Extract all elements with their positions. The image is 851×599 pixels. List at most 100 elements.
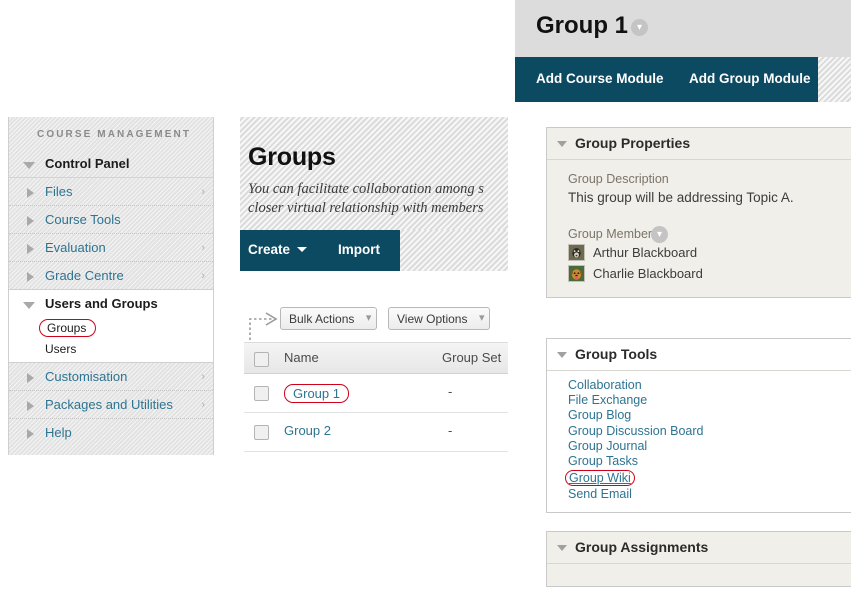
sidebar-item-evaluation[interactable]: Evaluation › (9, 234, 213, 262)
group-assignments-body (547, 564, 851, 586)
group-assignments-header[interactable]: Group Assignments (547, 532, 851, 564)
groups-page-header: Groups You can facilitate collaboration … (240, 117, 508, 230)
table-row: Group 2 - (244, 413, 508, 452)
chevron-down-icon (23, 162, 35, 169)
import-button[interactable]: Import (338, 242, 380, 257)
group-tools-header[interactable]: Group Tools (547, 339, 851, 371)
group-members-chevron-down-icon[interactable]: ▾ (651, 226, 668, 243)
sidebar-item-label: Help (45, 425, 72, 440)
groups-content-panel: Groups You can facilitate collaboration … (240, 117, 508, 482)
chevron-right-icon (27, 429, 34, 439)
tool-link-collaboration[interactable]: Collaboration (547, 378, 851, 393)
table-row: Group 1 - (244, 374, 508, 413)
disclosure-chevron-icon: › (201, 186, 205, 198)
course-management-sidebar: COURSE MANAGEMENT Control Panel Files › … (8, 117, 214, 455)
sidebar-item-control-panel[interactable]: Control Panel (9, 150, 213, 178)
group-tools-panel: Group Tools Collaboration File Exchange … (546, 338, 851, 514)
sidebar-item-files[interactable]: Files › (9, 178, 213, 206)
chevron-right-icon (27, 216, 34, 226)
module-action-bar: Add Course Module Add Group Module (515, 57, 851, 102)
chevron-down-icon (23, 302, 35, 309)
chevron-down-icon: ▾ (365, 312, 372, 324)
sidebar-item-label: Customisation (45, 369, 128, 384)
tool-link-group-wiki[interactable]: Group Wiki (565, 470, 635, 487)
group-title-chevron-down-icon[interactable]: ▾ (631, 19, 648, 36)
groups-table: Name Group Set Group 1 - Group 2 - (244, 342, 508, 452)
screenshot-root: COURSE MANAGEMENT Control Panel Files › … (0, 0, 851, 599)
sidebar-item-course-tools[interactable]: Course Tools (9, 206, 213, 234)
member-name: Charlie Blackboard (593, 266, 703, 281)
column-header-name[interactable]: Name (284, 350, 319, 365)
group-name-link[interactable]: Group 2 (284, 423, 331, 438)
group-tools-body: Collaboration File Exchange Group Blog G… (547, 371, 851, 513)
sidebar-item-packages-and-utilities[interactable]: Packages and Utilities › (9, 391, 213, 419)
sidebar-item-help[interactable]: Help (9, 419, 213, 447)
add-course-module-button[interactable]: Add Course Module (536, 71, 664, 86)
list-item[interactable]: Arthur Blackboard (547, 243, 851, 264)
sidebar-item-label: Groups (39, 319, 97, 337)
tool-link-send-email[interactable]: Send Email (547, 487, 851, 502)
group-assignments-title: Group Assignments (575, 539, 709, 555)
tool-link-group-discussion-board[interactable]: Group Discussion Board (547, 424, 851, 439)
avatar (568, 244, 585, 261)
tool-link-group-tasks[interactable]: Group Tasks (547, 454, 851, 469)
group-members-text: Group Members (568, 227, 659, 241)
bulk-actions-button[interactable]: Bulk Actions ▾ (280, 307, 378, 330)
chevron-right-icon (27, 188, 34, 198)
add-group-module-button[interactable]: Add Group Module (689, 71, 810, 86)
sidebar-item-label: Grade Centre (45, 268, 124, 283)
view-options-button[interactable]: View Options ▾ (388, 307, 491, 330)
chevron-right-icon (27, 401, 34, 411)
caret-down-icon (297, 247, 308, 252)
disclosure-chevron-icon: › (201, 399, 205, 411)
groups-action-bar: Create Import (240, 230, 508, 271)
table-header-row: Name Group Set (244, 342, 508, 374)
group-description-value: This group will be addressing Topic A. (568, 190, 794, 205)
tool-link-file-exchange[interactable]: File Exchange (547, 393, 851, 408)
disclosure-chevron-icon: › (201, 270, 205, 282)
group-title-bar: Group 1 ▾ (515, 0, 851, 57)
row-checkbox[interactable] (254, 425, 269, 440)
group-name-label: Group 1 (284, 384, 349, 403)
group-set-value: - (448, 423, 453, 438)
chevron-down-icon: ▾ (478, 312, 485, 324)
select-all-checkbox[interactable] (254, 352, 269, 367)
sidebar-group-users-and-groups: Users and Groups Groups Users (9, 290, 213, 362)
disclosure-chevron-icon: › (201, 371, 205, 383)
group-members-label: Group Members ▾ (547, 225, 851, 243)
row-checkbox[interactable] (254, 386, 269, 401)
chevron-right-icon (27, 244, 34, 254)
chevron-right-icon (27, 272, 34, 282)
list-item[interactable]: Charlie Blackboard (547, 264, 851, 285)
sidebar-item-grade-centre[interactable]: Grade Centre › (9, 262, 213, 290)
sidebar-primary-list: Files › Course Tools Evaluation › Grade … (9, 178, 213, 447)
bulk-actions-label: Bulk Actions (289, 312, 355, 326)
sidebar-item-customisation[interactable]: Customisation › (9, 363, 213, 391)
chevron-down-icon (557, 352, 567, 358)
group-name-link[interactable]: Group 1 (284, 384, 349, 403)
create-button[interactable]: Create (248, 242, 308, 257)
sidebar-item-groups[interactable]: Groups (9, 318, 213, 339)
chevron-down-icon (557, 545, 567, 551)
groups-toolbar: Bulk Actions ▾ View Options ▾ (240, 307, 508, 365)
sidebar-item-label: Control Panel (45, 156, 130, 171)
tool-link-group-journal[interactable]: Group Journal (547, 439, 851, 454)
tool-link-group-blog[interactable]: Group Blog (547, 408, 851, 423)
group-properties-body: Group Description This group will be add… (547, 160, 851, 297)
sidebar-secondary-list: Customisation › Packages and Utilities ›… (9, 362, 213, 447)
sidebar-item-label: Evaluation (45, 240, 106, 255)
disclosure-chevron-icon: › (201, 242, 205, 254)
page-description: You can facilitate collaboration among s… (248, 181, 484, 216)
sidebar-item-label: Packages and Utilities (45, 397, 173, 412)
group-tools-title: Group Tools (575, 346, 658, 362)
sidebar-item-label: Users (45, 342, 77, 356)
group-title: Group 1 (536, 12, 629, 39)
column-header-group-set[interactable]: Group Set (442, 350, 501, 365)
sidebar-item-label: Course Tools (45, 212, 121, 227)
chevron-right-icon (27, 373, 34, 383)
group-properties-header[interactable]: Group Properties (547, 128, 851, 160)
group-properties-panel: Group Properties Group Description This … (546, 127, 851, 298)
group-properties-title: Group Properties (575, 135, 691, 151)
sidebar-item-users-and-groups[interactable]: Users and Groups (9, 290, 213, 318)
sidebar-item-users[interactable]: Users (9, 339, 213, 362)
